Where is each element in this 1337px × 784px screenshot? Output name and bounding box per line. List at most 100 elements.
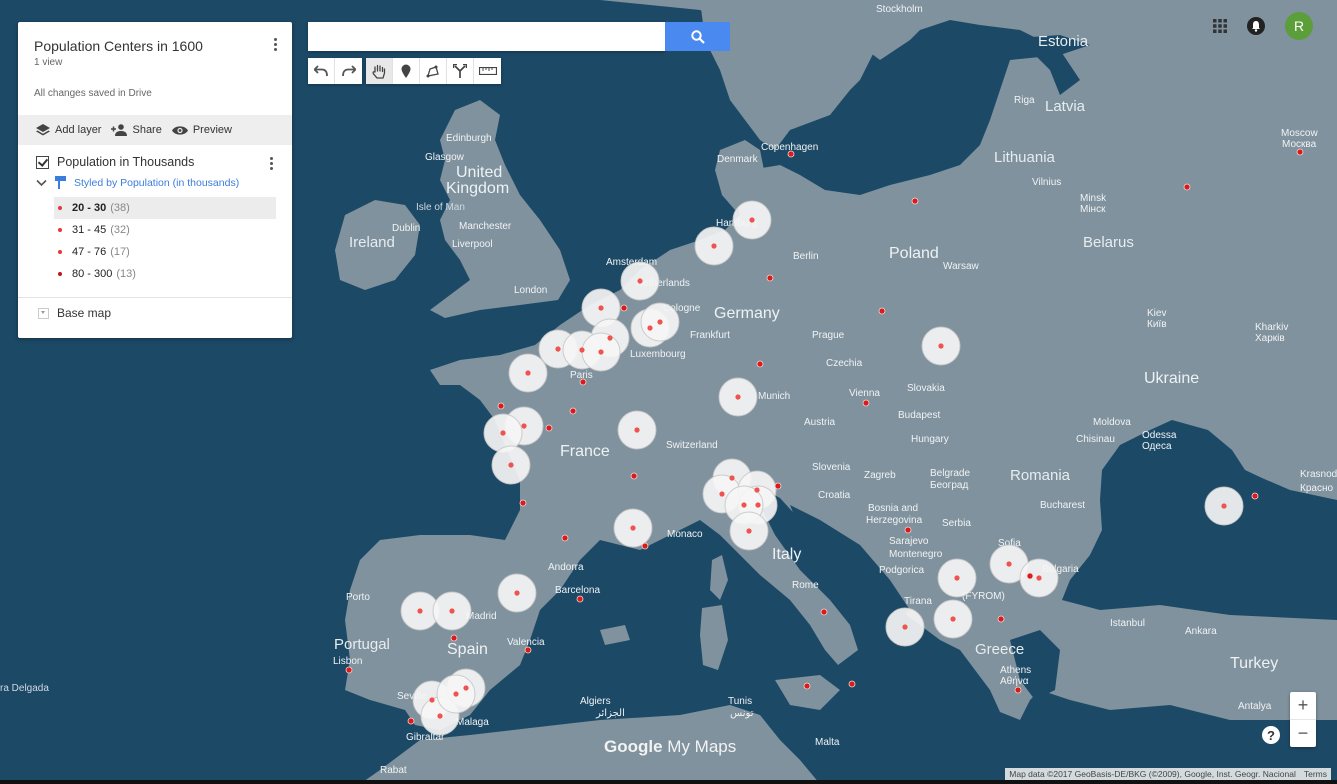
population-marker[interactable] xyxy=(766,274,774,282)
population-marker[interactable] xyxy=(1006,561,1012,567)
population-marker[interactable] xyxy=(878,307,886,315)
population-marker[interactable] xyxy=(641,542,649,550)
zoom-in-button[interactable]: + xyxy=(1290,692,1316,720)
zoom-out-button[interactable]: − xyxy=(1290,720,1316,747)
population-marker[interactable] xyxy=(579,378,587,386)
draw-line-button[interactable] xyxy=(420,58,447,84)
population-marker[interactable] xyxy=(1251,492,1259,500)
population-marker[interactable] xyxy=(463,685,469,691)
population-marker[interactable] xyxy=(1183,183,1191,191)
legend-item[interactable]: 31 - 45 (32) xyxy=(54,219,276,241)
population-marker[interactable] xyxy=(500,430,506,436)
population-marker[interactable] xyxy=(497,402,505,410)
undo-button[interactable] xyxy=(308,58,335,84)
population-marker[interactable] xyxy=(555,346,561,352)
population-marker[interactable] xyxy=(756,360,764,368)
population-marker[interactable] xyxy=(729,475,735,481)
population-marker[interactable] xyxy=(637,278,643,284)
population-marker[interactable] xyxy=(746,528,752,534)
population-marker[interactable] xyxy=(437,713,443,719)
population-marker[interactable] xyxy=(754,487,760,493)
population-marker[interactable] xyxy=(521,423,527,429)
population-marker[interactable] xyxy=(525,370,531,376)
population-marker[interactable] xyxy=(657,319,663,325)
bell-icon[interactable] xyxy=(1247,17,1265,35)
population-marker[interactable] xyxy=(519,499,527,507)
population-marker[interactable] xyxy=(345,666,353,674)
population-marker[interactable] xyxy=(911,197,919,205)
population-marker[interactable] xyxy=(630,525,636,531)
population-marker[interactable] xyxy=(741,502,747,508)
search-button[interactable] xyxy=(665,22,730,51)
pan-tool-button[interactable] xyxy=(366,58,393,84)
population-marker[interactable] xyxy=(598,305,604,311)
population-marker[interactable] xyxy=(453,691,459,697)
population-marker[interactable] xyxy=(1296,148,1304,156)
terms-link[interactable]: Terms xyxy=(1304,769,1327,779)
population-marker[interactable] xyxy=(607,335,613,341)
population-marker[interactable] xyxy=(598,349,604,355)
population-marker[interactable] xyxy=(848,680,856,688)
population-marker[interactable] xyxy=(569,407,577,415)
population-marker[interactable] xyxy=(1221,503,1227,509)
search-input[interactable] xyxy=(308,22,665,51)
legend-item[interactable]: 20 - 30 (38) xyxy=(54,197,276,219)
population-marker[interactable] xyxy=(862,399,870,407)
population-marker[interactable] xyxy=(755,502,761,508)
population-marker[interactable] xyxy=(630,472,638,480)
population-marker[interactable] xyxy=(634,427,640,433)
population-marker[interactable] xyxy=(749,217,755,223)
preview-button[interactable]: Preview xyxy=(171,124,232,136)
chevron-down-icon[interactable] xyxy=(38,307,49,319)
help-icon[interactable]: ? xyxy=(1262,726,1280,744)
population-marker[interactable] xyxy=(902,624,908,630)
style-link[interactable]: Styled by Population (in thousands) xyxy=(74,177,239,189)
population-marker[interactable] xyxy=(545,424,553,432)
share-button[interactable]: Share xyxy=(111,124,162,136)
population-marker[interactable] xyxy=(514,590,520,596)
population-marker[interactable] xyxy=(508,462,514,468)
population-marker[interactable] xyxy=(904,526,912,534)
population-marker[interactable] xyxy=(1014,686,1022,694)
population-marker[interactable] xyxy=(450,634,458,642)
add-marker-button[interactable] xyxy=(393,58,420,84)
more-vert-icon[interactable] xyxy=(270,157,274,172)
population-marker[interactable] xyxy=(774,482,782,490)
avatar[interactable]: R xyxy=(1285,12,1313,40)
base-map-row[interactable]: Base map xyxy=(18,297,292,328)
directions-button[interactable] xyxy=(447,58,474,84)
layer-name[interactable]: Population in Thousands xyxy=(57,155,194,169)
redo-button[interactable] xyxy=(335,58,362,84)
add-layer-button[interactable]: Add layer xyxy=(36,124,101,136)
population-marker[interactable] xyxy=(576,595,584,603)
population-marker[interactable] xyxy=(449,608,455,614)
population-marker[interactable] xyxy=(1036,575,1042,581)
population-marker[interactable] xyxy=(524,646,532,654)
population-marker[interactable] xyxy=(407,717,415,725)
population-marker[interactable] xyxy=(579,347,585,353)
map-title[interactable]: Population Centers in 1600 xyxy=(34,38,276,54)
checkbox-icon[interactable] xyxy=(36,155,49,169)
population-marker[interactable] xyxy=(647,325,653,331)
population-marker[interactable] xyxy=(950,616,956,622)
chevron-down-icon[interactable] xyxy=(36,179,47,187)
population-marker[interactable] xyxy=(820,608,828,616)
population-marker[interactable] xyxy=(711,243,717,249)
population-marker[interactable] xyxy=(561,534,569,542)
population-marker[interactable] xyxy=(1026,572,1034,580)
apps-grid-icon[interactable] xyxy=(1213,19,1227,33)
population-marker[interactable] xyxy=(429,697,435,703)
population-marker[interactable] xyxy=(787,150,795,158)
population-marker[interactable] xyxy=(620,304,628,312)
population-marker[interactable] xyxy=(803,682,811,690)
legend-item[interactable]: 80 - 300 (13) xyxy=(54,263,276,285)
legend-item[interactable]: 47 - 76 (17) xyxy=(54,241,276,263)
population-marker[interactable] xyxy=(735,394,741,400)
population-marker[interactable] xyxy=(719,491,725,497)
population-marker[interactable] xyxy=(938,343,944,349)
population-marker[interactable] xyxy=(997,615,1005,623)
more-vert-icon[interactable] xyxy=(274,38,278,53)
measure-button[interactable] xyxy=(474,58,501,84)
population-marker[interactable] xyxy=(417,608,423,614)
population-marker[interactable] xyxy=(954,575,960,581)
